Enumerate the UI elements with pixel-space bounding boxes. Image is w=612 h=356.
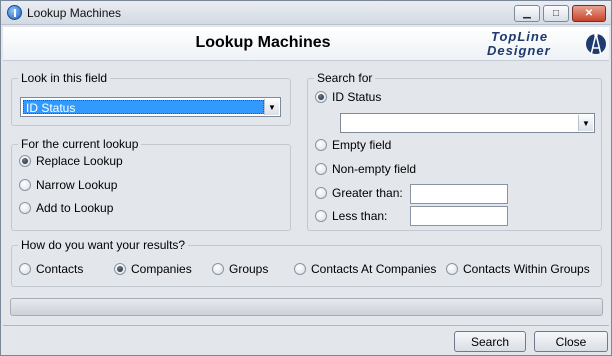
radio-indicator	[294, 263, 306, 275]
search-for-group: Search for ID Status ▼ Empty field Non-e…	[307, 71, 602, 231]
radio-groups[interactable]: Groups	[212, 262, 268, 276]
radio-indicator	[19, 155, 31, 167]
radio-label: Less than:	[332, 209, 388, 223]
radio-less-than[interactable]: Less than:	[315, 209, 387, 223]
radio-indicator	[315, 210, 327, 222]
radio-indicator	[315, 163, 327, 175]
close-button[interactable]: Close	[534, 331, 608, 352]
look-in-field-group: Look in this field ID Status ▼	[11, 71, 291, 126]
minimize-button[interactable]: ▁	[514, 5, 540, 22]
radio-label: Contacts	[36, 262, 84, 276]
search-button[interactable]: Search	[454, 331, 526, 352]
current-lookup-group: For the current lookup Replace Lookup Na…	[11, 137, 291, 231]
radio-id-status[interactable]: ID Status	[315, 90, 381, 104]
radio-greater-than[interactable]: Greater than:	[315, 186, 403, 200]
radio-indicator	[446, 263, 458, 275]
look-in-field-label: Look in this field	[18, 71, 111, 85]
compass-logo-icon	[586, 33, 606, 56]
radio-indicator	[315, 187, 327, 199]
radio-companies[interactable]: Companies	[114, 262, 192, 276]
radio-contacts-at-companies[interactable]: Contacts At Companies	[294, 262, 436, 276]
radio-label: Replace Lookup	[36, 154, 123, 168]
greater-than-input[interactable]	[410, 184, 508, 204]
radio-contacts[interactable]: Contacts	[19, 262, 83, 276]
chevron-down-icon[interactable]: ▼	[578, 115, 593, 131]
footer-divider	[3, 325, 609, 326]
current-lookup-label: For the current lookup	[18, 137, 142, 151]
lookup-machines-window: Lookup Machines ▁ □ ✕ Lookup Machines To…	[0, 0, 612, 356]
chevron-down-icon[interactable]: ▼	[264, 99, 279, 115]
maximize-icon: □	[552, 8, 560, 19]
radio-label: Add to Lookup	[36, 201, 114, 215]
radio-label: Narrow Lookup	[36, 178, 118, 192]
window-title: Lookup Machines	[27, 6, 122, 20]
results-label: How do you want your results?	[18, 238, 189, 252]
app-icon	[7, 5, 22, 20]
radio-label: Groups	[229, 262, 269, 276]
close-window-button[interactable]: ✕	[572, 5, 606, 22]
maximize-button[interactable]: □	[543, 5, 569, 22]
radio-indicator	[315, 139, 327, 151]
search-value-select[interactable]: ▼	[340, 113, 595, 133]
radio-indicator	[212, 263, 224, 275]
look-in-field-value: ID Status	[23, 100, 264, 115]
radio-indicator	[315, 91, 327, 103]
page-title: Lookup Machines	[195, 34, 331, 51]
radio-indicator	[19, 179, 31, 191]
less-than-input[interactable]	[410, 206, 508, 226]
topline-designer-logo: TopLine Designer	[479, 29, 609, 59]
header-banner: Lookup Machines TopLine Designer	[3, 27, 609, 61]
radio-label: Empty field	[332, 138, 392, 152]
minimize-icon: ▁	[523, 8, 531, 19]
close-icon: ✕	[584, 8, 594, 19]
search-for-label: Search for	[314, 71, 376, 85]
look-in-field-select[interactable]: ID Status ▼	[20, 97, 281, 117]
radio-label: Contacts Within Groups	[463, 262, 590, 276]
radio-label: Companies	[131, 262, 192, 276]
radio-replace-lookup[interactable]: Replace Lookup	[19, 154, 123, 168]
radio-add-to-lookup[interactable]: Add to Lookup	[19, 201, 113, 215]
radio-label: ID Status	[332, 90, 382, 104]
radio-label: Contacts At Companies	[311, 262, 437, 276]
radio-contacts-within-groups[interactable]: Contacts Within Groups	[446, 262, 590, 276]
logo-text-top: TopLine	[491, 29, 549, 44]
results-group: How do you want your results? Contacts C…	[11, 238, 602, 287]
radio-indicator	[19, 263, 31, 275]
title-bar: Lookup Machines ▁ □ ✕	[1, 1, 611, 25]
radio-narrow-lookup[interactable]: Narrow Lookup	[19, 178, 117, 192]
radio-non-empty-field[interactable]: Non-empty field	[315, 162, 416, 176]
radio-label: Non-empty field	[332, 162, 417, 176]
radio-indicator	[114, 263, 126, 275]
progress-bar	[10, 298, 603, 316]
radio-indicator	[19, 202, 31, 214]
radio-empty-field[interactable]: Empty field	[315, 138, 391, 152]
radio-label: Greater than:	[332, 186, 403, 200]
logo-text-bottom: Designer	[487, 43, 551, 58]
